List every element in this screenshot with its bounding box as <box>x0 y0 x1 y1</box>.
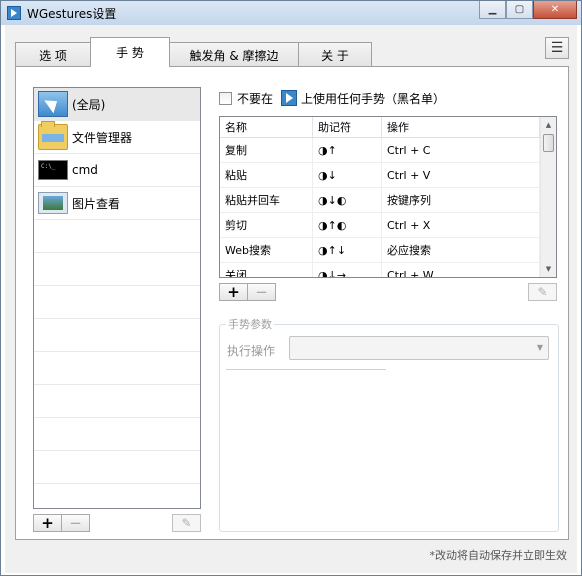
table-row[interactable]: 关闭 ◑↓→ Ctrl + W <box>220 263 556 277</box>
empty-row <box>34 286 200 319</box>
client-area: 选 项 手 势 触发角 & 摩擦边 关 于 ☰ (全局) 文件管理器 cmd <box>5 25 577 573</box>
empty-row <box>34 319 200 352</box>
list-item[interactable]: 文件管理器 <box>34 121 200 154</box>
exec-label: 执行操作 <box>227 344 276 358</box>
params-legend: 手势参数 <box>226 316 274 332</box>
photo-viewer-icon <box>38 192 68 214</box>
hamburger-menu-icon: ☰ <box>550 40 564 56</box>
blacklist-suffix: 上使用任何手势（黑名单） <box>301 91 446 106</box>
blacklist-option: 不要在 上使用任何手势（黑名单） <box>219 89 445 107</box>
maximize-icon: ▢ <box>514 4 525 15</box>
blacklist-checkbox[interactable] <box>219 91 232 105</box>
gesture-params-group: 手势参数 执行操作 ▼ <box>219 316 559 532</box>
gestures-panel: (全局) 文件管理器 cmd 图片查看 <box>15 66 569 540</box>
gesture-list-buttons: + − <box>219 283 276 301</box>
gesture-action: Ctrl + V <box>382 163 540 187</box>
list-item[interactable]: cmd <box>34 154 200 187</box>
gesture-mnemonic: ◑↑ <box>313 138 382 162</box>
gesture-name: 复制 <box>220 138 313 162</box>
table-scrollbar[interactable]: ▲ ▼ <box>540 117 556 277</box>
close-button[interactable]: ✕ <box>533 1 577 19</box>
gesture-action: Ctrl + W <box>382 263 540 277</box>
gesture-action: 按键序列 <box>382 188 540 212</box>
gesture-mnemonic: ◑↑◐ <box>313 213 382 237</box>
scroll-up-icon[interactable]: ▲ <box>541 117 556 133</box>
empty-row <box>34 253 200 286</box>
add-app-button[interactable]: + <box>33 514 62 532</box>
table-row[interactable]: 剪切 ◑↑◐ Ctrl + X <box>220 213 556 238</box>
settings-window: WGestures设置 ▁ ▢ ✕ 选 项 手 势 触发角 & 摩擦边 关 于 … <box>0 0 582 576</box>
tab-gestures[interactable]: 手 势 <box>90 37 170 67</box>
scroll-down-icon[interactable]: ▼ <box>541 261 556 277</box>
gesture-mnemonic: ◑↓ <box>313 163 382 187</box>
column-header[interactable]: 名称 <box>220 117 313 137</box>
list-item[interactable]: (全局) <box>34 88 200 121</box>
title-bar[interactable]: WGestures设置 ▁ ▢ ✕ <box>1 1 581 25</box>
column-header[interactable]: 操作 <box>382 117 540 137</box>
gesture-action: Ctrl + X <box>382 213 540 237</box>
gesture-mnemonic: ◑↑↓ <box>313 238 382 262</box>
global-cursor-icon <box>281 90 298 106</box>
app-label: cmd <box>72 163 98 177</box>
table-row[interactable]: 复制 ◑↑ Ctrl + C <box>220 138 556 163</box>
add-gesture-button[interactable]: + <box>219 283 248 301</box>
empty-row <box>34 352 200 385</box>
gesture-name: 粘贴 <box>220 163 313 187</box>
gesture-name: 关闭 <box>220 263 313 277</box>
gesture-name: 剪切 <box>220 213 313 237</box>
gesture-table[interactable]: 名称 助记符 操作 复制 ◑↑ Ctrl + C 粘贴 ◑↓ Ctrl + V … <box>219 116 557 278</box>
tab-options[interactable]: 选 项 <box>15 42 91 67</box>
gesture-name: 粘贴并回车 <box>220 188 313 212</box>
minimize-icon: ▁ <box>488 4 497 15</box>
remove-gesture-button[interactable]: − <box>247 283 276 301</box>
edit-app-button[interactable]: ✎ <box>172 514 201 532</box>
gesture-mnemonic: ◑↓◐ <box>313 188 382 212</box>
autosave-note: *改动将自动保存并立即生效 <box>429 549 568 562</box>
edit-gesture-button[interactable]: ✎ <box>528 283 557 301</box>
app-label: (全局) <box>72 97 106 112</box>
gesture-name: Web搜索 <box>220 238 313 262</box>
tab-about[interactable]: 关 于 <box>298 42 372 67</box>
empty-row <box>34 385 200 418</box>
table-row[interactable]: Web搜索 ◑↑↓ 必应搜索 <box>220 238 556 263</box>
empty-row <box>34 418 200 451</box>
table-header: 名称 助记符 操作 <box>220 117 556 138</box>
folder-icon <box>38 121 68 150</box>
pencil-icon: ✎ <box>537 285 548 299</box>
menu-button[interactable]: ☰ <box>545 37 569 59</box>
chevron-down-icon: ▼ <box>536 343 543 352</box>
exec-action-select[interactable]: ▼ <box>289 336 549 360</box>
empty-row <box>34 451 200 484</box>
cmd-icon <box>38 160 68 180</box>
tab-bar: 选 项 手 势 触发角 & 摩擦边 关 于 <box>15 37 372 67</box>
app-list[interactable]: (全局) 文件管理器 cmd 图片查看 <box>33 87 201 509</box>
minimize-button[interactable]: ▁ <box>479 1 506 19</box>
tab-trigger-corners[interactable]: 触发角 & 摩擦边 <box>169 42 299 67</box>
app-icon <box>7 6 21 20</box>
app-label: 图片查看 <box>72 196 121 211</box>
table-row[interactable]: 粘贴并回车 ◑↓◐ 按键序列 <box>220 188 556 213</box>
divider <box>226 369 386 370</box>
remove-app-button[interactable]: − <box>61 514 90 532</box>
list-item[interactable]: 图片查看 <box>34 187 200 220</box>
empty-row <box>34 220 200 253</box>
app-label: 文件管理器 <box>72 130 133 145</box>
global-cursor-icon <box>38 91 68 117</box>
maximize-button[interactable]: ▢ <box>506 1 533 19</box>
table-row[interactable]: 粘贴 ◑↓ Ctrl + V <box>220 163 556 188</box>
blacklist-prefix: 不要在 <box>237 91 274 106</box>
close-icon: ✕ <box>550 4 560 15</box>
gesture-action: Ctrl + C <box>382 138 540 162</box>
app-list-buttons: + − <box>33 514 90 532</box>
gesture-action: 必应搜索 <box>382 238 540 262</box>
column-header[interactable]: 助记符 <box>313 117 382 137</box>
gesture-mnemonic: ◑↓→ <box>313 263 382 277</box>
pencil-icon: ✎ <box>181 516 192 530</box>
scroll-thumb[interactable] <box>543 134 554 152</box>
window-controls: ▁ ▢ ✕ <box>479 1 577 19</box>
window-title: WGestures设置 <box>27 7 117 21</box>
